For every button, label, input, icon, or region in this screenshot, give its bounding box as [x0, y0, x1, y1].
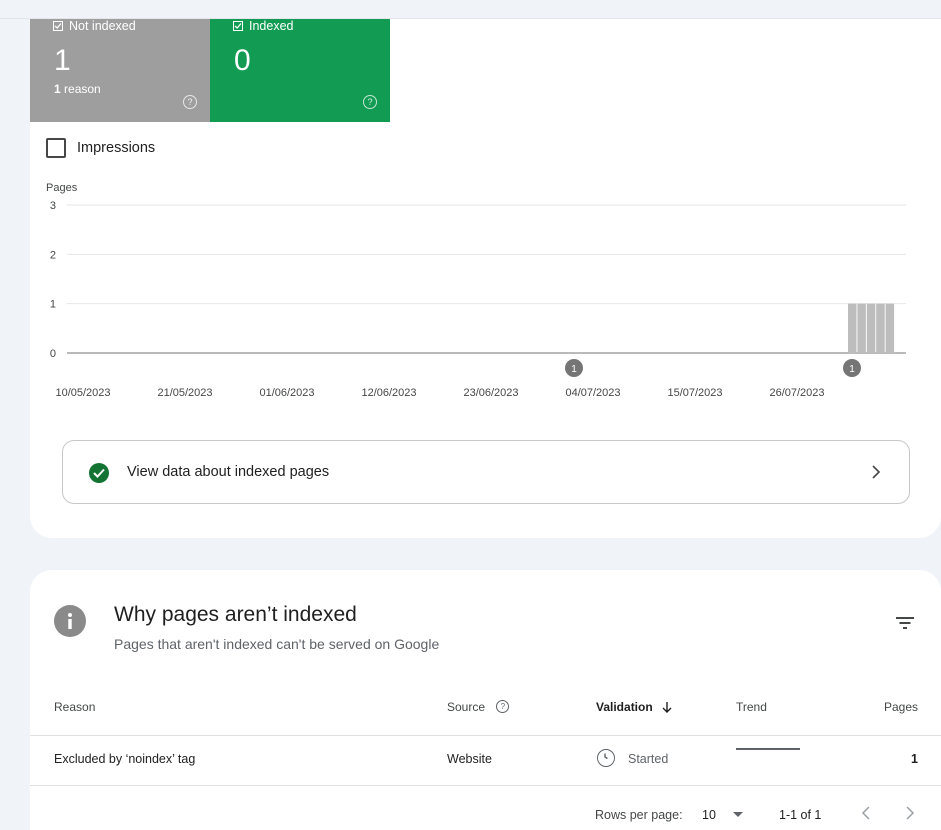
rows-per-page-value: 10 [702, 808, 716, 822]
x-tick-label: 04/07/2023 [565, 387, 620, 399]
chart-bar [866, 303, 876, 353]
col-pages[interactable]: Pages [884, 700, 918, 714]
y-tick-label: 2 [50, 249, 56, 261]
checkbox-checked-icon [53, 21, 63, 31]
section-title: Why pages aren’t indexed [114, 603, 357, 626]
indexed-tile[interactable]: Indexed 0 ? [210, 19, 390, 122]
chart-y-label: Pages [46, 182, 78, 194]
rows-per-page-select[interactable]: 10 [702, 808, 744, 822]
trend-sparkline [736, 748, 800, 750]
x-tick-label: 26/07/2023 [769, 387, 824, 399]
help-icon[interactable]: ? [183, 95, 197, 109]
not-indexed-tile-header: Not indexed [53, 19, 136, 33]
view-indexed-pages-label: View data about indexed pages [127, 464, 330, 480]
chart-bar [848, 303, 857, 353]
view-indexed-pages-button[interactable]: View data about indexed pages [62, 440, 910, 504]
not-indexed-count: 1 [54, 44, 71, 77]
reasons-count: 1 [54, 82, 61, 96]
not-indexed-tile[interactable]: Not indexed 1 1 reason ? [30, 19, 210, 122]
chart-bar [876, 303, 885, 353]
y-tick-label: 3 [50, 200, 56, 212]
col-validation-label: Validation [596, 700, 653, 714]
annotation-label: 1 [849, 364, 855, 375]
y-tick-label: 1 [50, 299, 56, 311]
col-validation[interactable]: Validation [596, 700, 672, 714]
indexed-count: 0 [234, 44, 251, 77]
checkbox-checked-icon [233, 21, 243, 31]
x-tick-label: 21/05/2023 [157, 387, 212, 399]
annotation-marker [843, 359, 861, 377]
page-range: 1-1 of 1 [779, 808, 822, 822]
arrow-down-icon [662, 702, 672, 716]
prev-page-button[interactable] [861, 806, 871, 823]
row-pages: 1 [911, 752, 918, 766]
rows-per-page-label: Rows per page: [595, 808, 683, 822]
y-tick-label: 0 [50, 348, 56, 360]
x-tick-label: 15/07/2023 [667, 387, 722, 399]
col-reason[interactable]: Reason [54, 700, 95, 714]
row-source: Website [447, 752, 492, 766]
reasons-word: reason [64, 82, 101, 96]
indexed-label: Indexed [249, 19, 294, 33]
indexing-summary-card: Not indexed 1 1 reason ? Indexed 0 ? Imp… [30, 19, 941, 538]
next-page-button[interactable] [905, 806, 915, 823]
table-row[interactable]: Excluded by ‘noindex’ tag Website Starte… [30, 736, 941, 786]
info-icon [54, 605, 86, 637]
annotation-marker [565, 359, 583, 377]
dropdown-arrow-icon [733, 807, 744, 821]
chart-bar [857, 303, 866, 353]
col-source[interactable]: Source ? [447, 700, 510, 714]
x-tick-label: 01/06/2023 [259, 387, 314, 399]
x-tick-label: 12/06/2023 [361, 387, 416, 399]
col-source-label: Source [447, 700, 486, 714]
impressions-label: Impressions [77, 140, 156, 156]
section-subtitle: Pages that aren't indexed can't be serve… [114, 636, 440, 652]
x-tick-label: 10/05/2023 [55, 387, 110, 399]
why-not-indexed-card: Why pages aren’t indexed Pages that aren… [30, 570, 941, 830]
help-icon[interactable]: ? [496, 700, 510, 714]
chart-bar [885, 303, 895, 353]
clock-icon [597, 749, 615, 767]
row-reason: Excluded by ‘noindex’ tag [54, 752, 196, 766]
col-trend: Trend [736, 700, 767, 714]
x-tick-label: 23/06/2023 [463, 387, 518, 399]
filter-icon[interactable] [896, 616, 914, 630]
row-validation: Started [628, 752, 669, 766]
pagination: Rows per page: 10 1-1 of 1 [30, 802, 941, 826]
chevron-right-icon [871, 463, 881, 484]
not-indexed-reasons: 1 reason [54, 82, 101, 96]
check-circle-icon [89, 463, 109, 483]
not-indexed-label: Not indexed [69, 19, 136, 33]
top-bar [0, 0, 941, 19]
table-header: Reason Source ? Validation Trend Pages [30, 695, 941, 736]
impressions-toggle[interactable]: Impressions [46, 138, 155, 158]
help-icon[interactable]: ? [363, 95, 377, 109]
indexed-tile-header: Indexed [233, 19, 293, 33]
annotation-label: 1 [571, 364, 577, 375]
impressions-checkbox[interactable] [46, 138, 66, 158]
